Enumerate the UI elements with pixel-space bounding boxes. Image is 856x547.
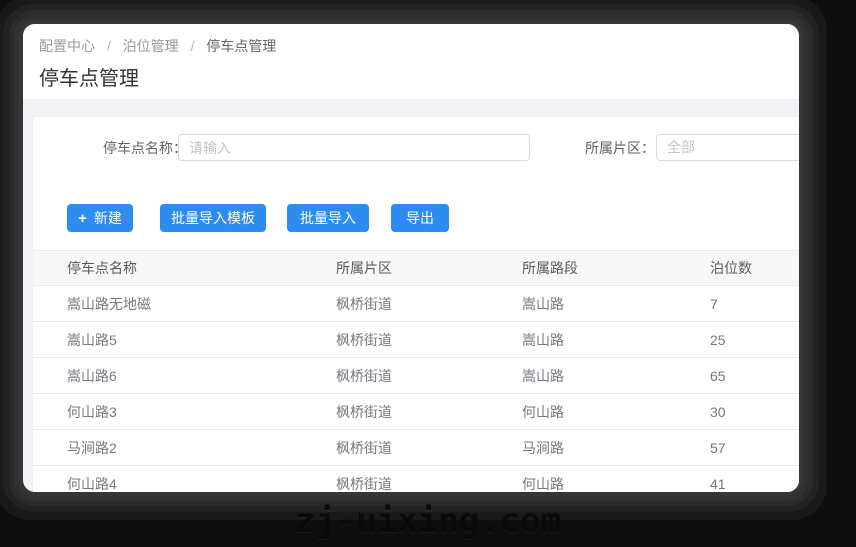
app-window: 配置中心 / 泊位管理 / 停车点管理 停车点管理 停车点名称： 所属片区： 全… <box>23 24 799 492</box>
table-header-row: 停车点名称 所属片区 所属路段 泊位数 <box>33 250 799 286</box>
table-cell: 枫桥街道 <box>336 393 522 430</box>
page-header: 配置中心 / 泊位管理 / 停车点管理 停车点管理 <box>23 24 799 99</box>
table-cell: 枫桥街道 <box>336 321 522 358</box>
parking-name-label: 停车点名称： <box>103 140 187 156</box>
breadcrumb: 配置中心 / 泊位管理 / 停车点管理 <box>39 36 783 56</box>
table-cell: 嵩山路5 <box>33 321 336 358</box>
breadcrumb-separator: / <box>106 38 111 54</box>
table-cell: 何山路 <box>522 393 710 430</box>
table-cell: 嵩山路 <box>522 357 710 394</box>
table-cell: 嵩山路 <box>522 285 710 322</box>
new-button[interactable]: + 新建 <box>67 204 133 232</box>
table-cell: 何山路4 <box>33 465 336 492</box>
breadcrumb-item-berth-management[interactable]: 泊位管理 <box>123 38 179 54</box>
breadcrumb-item-current: 停车点管理 <box>206 38 277 54</box>
content-card: 停车点名称： 所属片区： 全部 + 新建 批量导入模板 批量导入 导出 停车点名… <box>33 117 799 492</box>
plus-icon: + <box>78 209 87 227</box>
table-cell: 嵩山路 <box>522 321 710 358</box>
table-row: 马涧路2 枫桥街道 马涧路 57 <box>33 429 799 466</box>
table-cell: 枫桥街道 <box>336 357 522 394</box>
table-row: 嵩山路无地磁 枫桥街道 嵩山路 7 <box>33 285 799 322</box>
page-title: 停车点管理 <box>39 68 139 90</box>
table-cell: 嵩山路6 <box>33 357 336 394</box>
table-row: 何山路4 枫桥街道 何山路 41 <box>33 465 799 492</box>
table-cell: 嵩山路无地磁 <box>33 285 336 322</box>
toolbar: + 新建 批量导入模板 批量导入 导出 <box>67 204 449 232</box>
parking-name-input[interactable] <box>178 134 530 161</box>
area-select-value: 全部 <box>667 139 695 155</box>
table-cell: 枫桥街道 <box>336 429 522 466</box>
table-row: 嵩山路5 枫桥街道 嵩山路 25 <box>33 321 799 358</box>
table-row: 嵩山路6 枫桥街道 嵩山路 65 <box>33 357 799 394</box>
table-cell: 65 <box>710 357 799 394</box>
column-header: 泊位数 <box>710 250 799 286</box>
table-cell: 30 <box>710 393 799 430</box>
table-cell: 57 <box>710 429 799 466</box>
export-button[interactable]: 导出 <box>391 204 449 232</box>
area-label: 所属片区： <box>585 140 655 156</box>
batch-import-template-button[interactable]: 批量导入模板 <box>160 204 266 232</box>
table-cell: 枫桥街道 <box>336 465 522 492</box>
table-cell: 25 <box>710 321 799 358</box>
column-header: 停车点名称 <box>33 250 336 286</box>
table-row: 何山路3 枫桥街道 何山路 30 <box>33 393 799 430</box>
watermark-text: zj-uixing.com <box>294 501 562 541</box>
table-cell: 马涧路 <box>522 429 710 466</box>
table-cell: 7 <box>710 285 799 322</box>
column-header: 所属片区 <box>336 250 522 286</box>
area-select[interactable]: 全部 <box>656 134 799 161</box>
table-cell: 何山路 <box>522 465 710 492</box>
breadcrumb-item-config-center[interactable]: 配置中心 <box>39 38 95 54</box>
table-cell: 41 <box>710 465 799 492</box>
table-cell: 何山路3 <box>33 393 336 430</box>
table-cell: 枫桥街道 <box>336 285 522 322</box>
breadcrumb-separator: / <box>190 38 195 54</box>
batch-import-button[interactable]: 批量导入 <box>287 204 369 232</box>
parking-table: 停车点名称 所属片区 所属路段 泊位数 嵩山路无地磁 枫桥街道 嵩山路 7 嵩山路5 枫桥街道嵩… <box>33 250 799 492</box>
column-header: 所属路段 <box>522 250 710 286</box>
new-button-label: 新建 <box>93 210 122 226</box>
table-cell: 马涧路2 <box>33 429 336 466</box>
